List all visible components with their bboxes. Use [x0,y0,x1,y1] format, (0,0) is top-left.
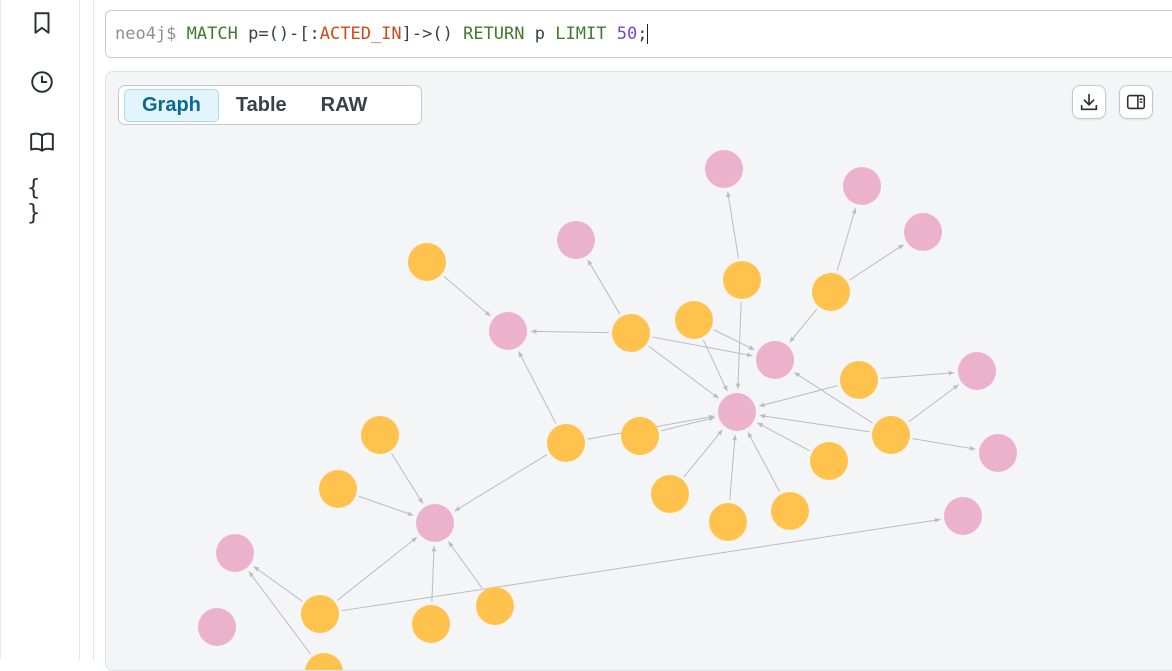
acted-in-relationship[interactable] [336,536,418,601]
book-icon[interactable] [27,127,57,157]
person-node[interactable] [305,653,343,671]
side-panel-icon [1126,94,1146,110]
movie-node[interactable] [843,167,881,205]
movie-node[interactable] [557,221,595,259]
history-clock-icon[interactable] [27,67,57,97]
movie-node[interactable] [198,608,236,646]
movie-node[interactable] [705,150,743,188]
acted-in-relationship[interactable] [648,345,719,399]
movie-node[interactable] [416,504,454,542]
person-node[interactable] [301,595,339,633]
acted-in-relationship[interactable] [431,545,437,603]
result-frame: Graph Table RAW [105,71,1172,671]
editor-prompt: neo4j$ [115,24,177,44]
person-node[interactable] [408,243,446,281]
text-cursor [647,24,649,44]
person-node[interactable] [621,417,659,455]
limit-value: 50 [616,24,638,44]
person-node[interactable] [319,470,357,508]
movie-node[interactable] [958,352,996,390]
acted-in-relationship[interactable] [702,339,728,392]
acted-in-relationship[interactable] [443,275,491,317]
acted-in-relationship[interactable] [713,329,755,351]
movie-node[interactable] [979,434,1017,472]
movie-node[interactable] [216,534,254,572]
person-node[interactable] [612,314,650,352]
semicolon: ; [637,24,648,44]
acted-in-relationship[interactable] [454,454,548,512]
person-node[interactable] [812,273,850,311]
braces-glyph: { } [27,176,43,226]
movie-node[interactable] [489,312,527,350]
acted-in-relationship[interactable] [726,191,739,259]
person-node[interactable] [412,605,450,643]
person-node[interactable] [771,492,809,530]
bookmark-icon[interactable] [27,8,57,38]
keyword-match: MATCH [186,24,238,44]
pattern-end: ]->() [401,24,453,44]
relationship-type: ACTED_IN [319,24,402,44]
tab-table[interactable]: Table [219,90,304,121]
acted-in-relationship[interactable] [530,329,610,334]
person-node[interactable] [361,416,399,454]
panel-divider[interactable] [80,0,94,660]
acted-in-relationship[interactable] [448,541,483,589]
acted-in-relationship[interactable] [729,434,738,501]
person-node[interactable] [840,361,878,399]
tab-graph[interactable]: Graph [124,88,219,122]
movie-node[interactable] [718,393,756,431]
person-node[interactable] [872,416,910,454]
acted-in-relationship[interactable] [757,422,810,452]
sidebar: { } [0,0,80,660]
acted-in-relationship[interactable] [912,438,976,451]
acted-in-relationship[interactable] [759,413,870,433]
person-node[interactable] [810,442,848,480]
toggle-details-panel-button[interactable] [1119,85,1153,119]
acted-in-relationship[interactable] [908,384,959,423]
acted-in-relationship[interactable] [759,385,838,408]
movie-node[interactable] [944,497,982,535]
acted-in-relationship[interactable] [789,308,818,343]
person-node[interactable] [476,587,514,625]
pattern-start: p=()-[: [248,24,320,44]
keyword-return: RETURN [463,24,525,44]
acted-in-relationship[interactable] [518,351,557,424]
tab-raw[interactable]: RAW [304,90,385,121]
acted-in-relationship[interactable] [683,429,723,478]
acted-in-relationship[interactable] [391,453,424,504]
person-node[interactable] [723,261,761,299]
acted-in-relationship[interactable] [880,370,955,379]
acted-in-relationship[interactable] [747,432,781,492]
person-node[interactable] [709,503,747,541]
acted-in-relationship[interactable] [849,244,905,281]
acted-in-relationship[interactable] [358,495,414,516]
query-editor[interactable]: neo4j$ MATCH p=()-[: ACTED_IN]->() RETURN… [105,10,1172,58]
keyword-limit: LIMIT [555,24,607,44]
acted-in-relationship[interactable] [735,301,742,390]
acted-in-relationship[interactable] [587,259,621,315]
person-node[interactable] [547,424,585,462]
return-variable: p [534,24,546,44]
view-tabs: Graph Table RAW [118,85,422,125]
graph-canvas[interactable] [106,72,1172,671]
movie-node[interactable] [756,341,794,379]
person-node[interactable] [651,475,689,513]
acted-in-relationship[interactable] [836,207,857,272]
movie-node[interactable] [904,213,942,251]
person-node[interactable] [675,301,713,339]
acted-in-relationship[interactable] [652,336,753,358]
download-icon [1080,93,1098,111]
braces-icon[interactable]: { } [27,176,57,226]
acted-in-relationship[interactable] [253,566,303,602]
download-button[interactable] [1072,85,1106,119]
